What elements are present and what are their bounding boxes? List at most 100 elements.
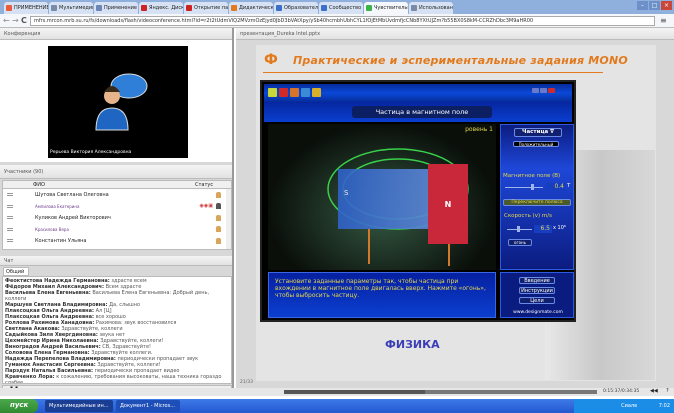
- favicon-icon: [96, 5, 102, 11]
- stand-pole: [448, 244, 450, 266]
- simulation-window: Частица в магнитном поле ровень 1 S N Ча…: [260, 80, 576, 322]
- magnet-north: N: [428, 164, 468, 244]
- goals-button[interactable]: Цели: [519, 297, 555, 304]
- clock: 7:02: [658, 403, 670, 409]
- favicon-icon: [366, 5, 372, 11]
- participant-row[interactable]: Куликов Андрей Викторович: [3, 212, 231, 224]
- check-icon[interactable]: [301, 88, 310, 97]
- particle-button[interactable]: Частица ∇: [514, 128, 562, 137]
- speed-slider[interactable]: [507, 226, 532, 232]
- volume-icon[interactable]: ◀◀: [650, 388, 658, 394]
- chat-header: Чат: [0, 256, 232, 266]
- taskbar: пуск Мультимедийные ин... Документ1 - Mi…: [0, 399, 674, 413]
- reload-icon[interactable]: C: [21, 16, 27, 25]
- participant-row[interactable]: Константин Ульяна: [3, 235, 231, 247]
- user-speaking-icon: [95, 73, 148, 131]
- pause-icon[interactable]: [279, 88, 288, 97]
- address-bar: ← → C mfrs.mrcon.mrb.su.ru/fs/downloads/…: [0, 14, 674, 28]
- links-panel: Введение Инструкции Цели www.designmate.…: [500, 272, 574, 318]
- maximize-button[interactable]: □: [649, 1, 660, 10]
- tools-icon[interactable]: [290, 88, 299, 97]
- browser-tab[interactable]: Использование: [409, 2, 453, 14]
- minimize-button[interactable]: –: [637, 1, 648, 10]
- taskbar-window[interactable]: Документ1 - Micros...: [116, 400, 180, 412]
- user-status-icon: [216, 237, 221, 244]
- instructions-button[interactable]: Инструкции: [519, 287, 555, 294]
- magnet-field-s: S: [338, 169, 428, 229]
- favicon-icon: [186, 5, 192, 11]
- particle-type-select[interactable]: Положительный: [513, 141, 559, 147]
- browser-tab[interactable]: Яндекс. Диск: [139, 2, 183, 14]
- playback-progress[interactable]: [284, 390, 597, 394]
- tab-label: Открытие парк: [194, 5, 228, 11]
- level-label: ровень 1: [465, 126, 493, 133]
- browser-tab[interactable]: ПРИМЕНЕНИЕ КК: [4, 2, 48, 14]
- participant-row[interactable]: Красилова Вера: [3, 224, 231, 236]
- participants-scrollbar[interactable]: [226, 189, 231, 249]
- tab-label: Мультимедийные: [59, 5, 93, 11]
- field-value[interactable]: 0.4: [546, 183, 566, 191]
- user-status-icon: [216, 226, 221, 233]
- simulation-title: Частица в магнитном поле: [352, 106, 492, 118]
- simulation-toolbar: [264, 84, 572, 102]
- back-icon[interactable]: ←: [3, 16, 10, 25]
- slide-counter: 21/33: [240, 380, 253, 385]
- url-input[interactable]: mfrs.mrcon.mrb.su.ru/fs/downloads/flash/…: [30, 16, 655, 26]
- sim-maximize-icon[interactable]: [540, 88, 547, 93]
- switch-poles-button[interactable]: Переключите полюса: [503, 199, 571, 206]
- favicon-icon: [141, 5, 147, 11]
- language-indicator[interactable]: Сиале: [621, 403, 637, 409]
- sim-minimize-icon[interactable]: [532, 88, 539, 93]
- fire-button[interactable]: огонь: [508, 239, 532, 246]
- browser-tab[interactable]: Открытие парк: [184, 2, 228, 14]
- tab-label: Применение ИКТ: [104, 5, 138, 11]
- presenter-name: Рерьева Виктория Александровна: [50, 150, 132, 155]
- sim-close-icon[interactable]: [548, 88, 555, 93]
- playback-time: 0:15:37/0:34:35: [603, 389, 640, 394]
- close-button[interactable]: ×: [661, 1, 672, 10]
- tab-label: Чувствительный: [374, 5, 408, 11]
- media-icons: ◉◉▣: [199, 203, 213, 210]
- start-button[interactable]: пуск: [0, 399, 38, 413]
- browser-tab[interactable]: Мультимедийные: [49, 2, 93, 14]
- participants-list: Шутова Светлана Олеговна Ампилова Екатер…: [2, 188, 232, 250]
- playback-bar: 0:15:37/0:34:35 ◀◀ ?: [0, 388, 674, 396]
- browser-tab[interactable]: Дидактическая: [229, 2, 273, 14]
- speed-value[interactable]: 6.5: [534, 225, 552, 233]
- taskbar-window[interactable]: Мультимедийные ин...: [45, 400, 113, 412]
- tab-label: ПРИМЕНЕНИЕ КК: [14, 5, 48, 11]
- user-status-icon: [216, 203, 221, 210]
- field-label: Магнитное поле (B): [503, 173, 561, 179]
- globe-icon[interactable]: [312, 88, 321, 97]
- forward-icon[interactable]: →: [12, 16, 19, 25]
- menu-icon[interactable]: ≡: [660, 16, 667, 25]
- participants-header: Участники (90): [0, 165, 232, 179]
- chat-tab-general[interactable]: Общий: [3, 267, 29, 276]
- window-controls: – □ ×: [637, 1, 672, 10]
- intro-button[interactable]: Введение: [519, 277, 555, 284]
- website-link[interactable]: www.designmate.com: [501, 310, 575, 315]
- title-underline: [263, 72, 603, 73]
- control-panel: Частица ∇ Положительный Магнитное поле (…: [500, 124, 574, 270]
- video-feed: [48, 46, 188, 158]
- physics-logo-icon: Ф: [264, 52, 278, 68]
- favicon-icon: [6, 5, 12, 11]
- browser-tab-bar: ПРИМЕНЕНИЕ КК Мультимедийные Применение ИК…: [0, 0, 674, 14]
- speed-unit: x 10⁶: [553, 225, 566, 231]
- user-status-icon: [216, 214, 221, 221]
- browser-tab[interactable]: Сообщество учит: [319, 2, 363, 14]
- presentation-header: презентация_Dureka Intel.pptx: [236, 28, 674, 40]
- participant-row[interactable]: Шутова Светлана Олеговна: [3, 189, 231, 201]
- chat-message: Кравченко Лора: к сожалению, требования …: [5, 374, 229, 383]
- tab-label: Использование: [419, 5, 453, 11]
- tab-label: Яндекс. Диск: [149, 5, 183, 11]
- browser-tab[interactable]: Применение ИКТ: [94, 2, 138, 14]
- browser-tab[interactable]: Чувствительный: [364, 2, 408, 14]
- field-slider[interactable]: [505, 184, 543, 190]
- tab-label: Дидактическая: [239, 5, 273, 11]
- help-icon[interactable]: ?: [666, 388, 669, 394]
- participant-row[interactable]: Ампилова Екатерина ◉◉▣: [3, 201, 231, 213]
- slide-title: Практические и эспериментальные задания …: [293, 54, 628, 67]
- browser-tab[interactable]: Образовательные: [274, 2, 318, 14]
- camera-icon[interactable]: [268, 88, 277, 97]
